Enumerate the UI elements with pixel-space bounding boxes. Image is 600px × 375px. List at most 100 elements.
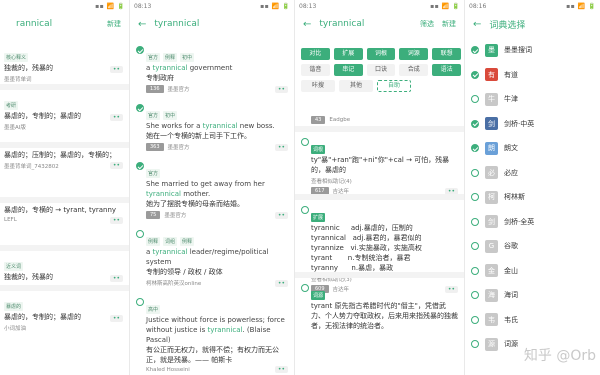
category-chip[interactable]: 口诀 bbox=[366, 64, 396, 76]
select-checkbox[interactable] bbox=[471, 266, 479, 275]
select-checkbox[interactable] bbox=[136, 298, 144, 306]
back-arrow-icon[interactable]: ← bbox=[138, 19, 146, 30]
back-arrow-icon[interactable]: ← bbox=[303, 19, 311, 30]
more-button[interactable]: •• bbox=[274, 280, 288, 287]
more-button[interactable]: •• bbox=[109, 315, 123, 322]
more-button[interactable]: •• bbox=[274, 86, 288, 93]
category-chip[interactable]: 自助 bbox=[377, 80, 411, 92]
select-checkbox[interactable] bbox=[471, 315, 479, 324]
list-item[interactable]: 例释 词组 例释 a tyrannical leader/regime/politic… bbox=[130, 228, 294, 287]
source-name: 柯林斯高阶英汉online bbox=[146, 281, 202, 287]
list-item[interactable]: 高中 Justice without force is powerless; fo… bbox=[130, 296, 294, 373]
source-name: 墨墨官方 bbox=[167, 87, 190, 93]
new-button[interactable]: 新建 bbox=[442, 19, 456, 29]
more-button[interactable]: •• bbox=[274, 212, 288, 219]
panel-dictionary-select: 08:16 ▪▪ 📶 🔋 ← 词典选择 墨墨墨搜词有有道牛牛津剑剑桥·中英朗朗文必… bbox=[465, 0, 600, 375]
select-checkbox[interactable] bbox=[136, 230, 144, 238]
select-checkbox[interactable] bbox=[136, 104, 144, 112]
dictionary-option[interactable]: 剑剑桥·中英 bbox=[465, 114, 600, 134]
list-item[interactable]: 扩展 tyrannic adj.暴虐的，压制的 tyrannical adj.暴君的… bbox=[295, 204, 464, 293]
category-chip[interactable]: 词源 bbox=[399, 48, 429, 60]
dictionary-option[interactable]: 金金山 bbox=[465, 261, 600, 281]
more-button[interactable]: •• bbox=[274, 144, 288, 151]
category-chip[interactable]: 咔搜 bbox=[301, 80, 335, 92]
list-item[interactable]: 暴虐的；压制的；暴虐的，专横的； 墨墨背单词_7432802 •• bbox=[0, 150, 129, 170]
dictionary-option[interactable]: 有有道 bbox=[465, 65, 600, 85]
entry-source: 363 墨墨官方 bbox=[146, 143, 288, 151]
more-button[interactable]: •• bbox=[109, 66, 123, 73]
select-checkbox[interactable] bbox=[301, 138, 309, 146]
dictionary-logo-icon: 金 bbox=[485, 264, 498, 277]
category-chip[interactable]: 语法 bbox=[432, 64, 461, 76]
dictionary-name: 金山 bbox=[504, 266, 518, 275]
category-chip[interactable]: 词根 bbox=[366, 48, 396, 60]
similar-link[interactable]: 查看相似助记(4) bbox=[311, 177, 458, 185]
select-checkbox[interactable] bbox=[471, 217, 479, 226]
dictionary-option[interactable]: 墨墨墨搜词 bbox=[465, 40, 600, 60]
select-checkbox[interactable] bbox=[471, 144, 479, 152]
category-chip[interactable]: 谐音 bbox=[301, 64, 330, 76]
list-item[interactable]: 考研 暴虐的，专制的；暴虐的 墨墨AI版 •• bbox=[0, 92, 129, 131]
select-checkbox[interactable] bbox=[301, 284, 309, 292]
dictionary-option[interactable]: 朗朗文 bbox=[465, 138, 600, 158]
list-item[interactable]: 词根 ty"暴"+ran"跑"+ni"你"+cal → 可怕，残暴的，暴虐的 查看相… bbox=[295, 136, 464, 195]
more-button[interactable]: •• bbox=[109, 162, 123, 169]
dictionary-name: 韦氏 bbox=[504, 315, 518, 324]
category-chip[interactable]: 串记 bbox=[333, 64, 363, 76]
select-checkbox[interactable] bbox=[136, 162, 144, 170]
select-checkbox[interactable] bbox=[471, 242, 479, 250]
word-family-line: tyrannize vi.实施暴政，实施高权 bbox=[311, 244, 422, 252]
list-item[interactable]: 43 Eadgbe bbox=[295, 114, 464, 124]
select-checkbox[interactable] bbox=[471, 193, 479, 201]
entry-tag: 初中 bbox=[180, 53, 195, 62]
category-chip[interactable]: 合成 bbox=[399, 64, 429, 76]
more-button[interactable]: •• bbox=[109, 217, 123, 224]
dictionary-option[interactable]: 韦韦氏 bbox=[465, 310, 600, 330]
page-title: tyrannical bbox=[154, 19, 200, 29]
dictionary-option[interactable]: 海海词 bbox=[465, 285, 600, 305]
list-item[interactable]: 核心释义 独裁的，残暴的 墨墨背单词 •• bbox=[0, 44, 129, 83]
select-checkbox[interactable] bbox=[301, 206, 309, 214]
entry-tag: 词源 bbox=[311, 291, 326, 300]
list-item[interactable]: 官方 初中 She works for a tyrannical new boss.… bbox=[130, 102, 294, 151]
dictionary-option[interactable]: 必必应 bbox=[465, 163, 600, 183]
sentence-translation: 专制政府 bbox=[146, 74, 174, 82]
chip-row: 对比 扩展 词根 词源 联想 bbox=[301, 48, 461, 60]
select-checkbox[interactable] bbox=[136, 46, 144, 54]
more-button[interactable]: •• bbox=[274, 366, 288, 373]
list-item[interactable]: 官方 She married to get away from her tyran… bbox=[130, 160, 294, 219]
dictionary-option[interactable]: G 谷歌 bbox=[465, 236, 600, 256]
select-checkbox[interactable] bbox=[471, 340, 479, 348]
entry-tags: 官方 例释 初中 bbox=[146, 44, 288, 63]
entry-source: 43 Eadgbe bbox=[311, 116, 458, 124]
dictionary-option[interactable]: 柯柯林斯 bbox=[465, 187, 600, 207]
back-arrow-icon[interactable]: ← bbox=[473, 19, 481, 30]
category-chip[interactable]: 扩展 bbox=[333, 48, 363, 60]
new-button[interactable]: 新建 bbox=[107, 19, 121, 29]
dictionary-option[interactable]: 剑剑桥·全英 bbox=[465, 212, 600, 232]
app-bar: ← tyrannical bbox=[130, 13, 294, 35]
filter-button[interactable]: 筛选 bbox=[420, 19, 434, 29]
list-item[interactable]: 词源 tyrant 原先指古希腊时代的"僭主"，凭借武力、个人势力夺取政权，后来用… bbox=[295, 282, 464, 331]
dictionary-logo-icon: 牛 bbox=[485, 92, 498, 106]
category-chip[interactable]: 其他 bbox=[339, 80, 373, 92]
select-checkbox[interactable] bbox=[471, 168, 479, 177]
select-checkbox[interactable] bbox=[471, 119, 479, 128]
list-item[interactable]: 暴虐的，专横的 → tyrant, tyranny LEFL •• bbox=[0, 205, 129, 224]
category-chip[interactable]: 对比 bbox=[301, 48, 330, 60]
dictionary-option[interactable]: 牛牛津 bbox=[465, 89, 600, 109]
source-name: LEFL bbox=[4, 217, 17, 223]
list-item[interactable]: 官方 例释 初中 a tyrannical government 专制政府 136 墨墨官方… bbox=[130, 44, 294, 93]
more-button[interactable]: •• bbox=[109, 275, 123, 282]
list-item[interactable]: 暴虐的 暴虐的，专制的；暴虐的 小词加油 •• bbox=[0, 293, 129, 332]
dictionary-logo-icon: 源 bbox=[485, 337, 498, 351]
sentence-keyword: tyrannical bbox=[152, 248, 188, 256]
category-chip[interactable]: 联想 bbox=[432, 48, 461, 60]
select-checkbox[interactable] bbox=[471, 70, 479, 79]
select-checkbox[interactable] bbox=[471, 46, 479, 54]
select-checkbox[interactable] bbox=[471, 291, 479, 299]
entry-tag: 官方 bbox=[146, 111, 161, 120]
select-checkbox[interactable] bbox=[471, 95, 479, 103]
entry-tags: 官方 bbox=[146, 160, 288, 179]
more-button[interactable]: •• bbox=[109, 114, 123, 121]
